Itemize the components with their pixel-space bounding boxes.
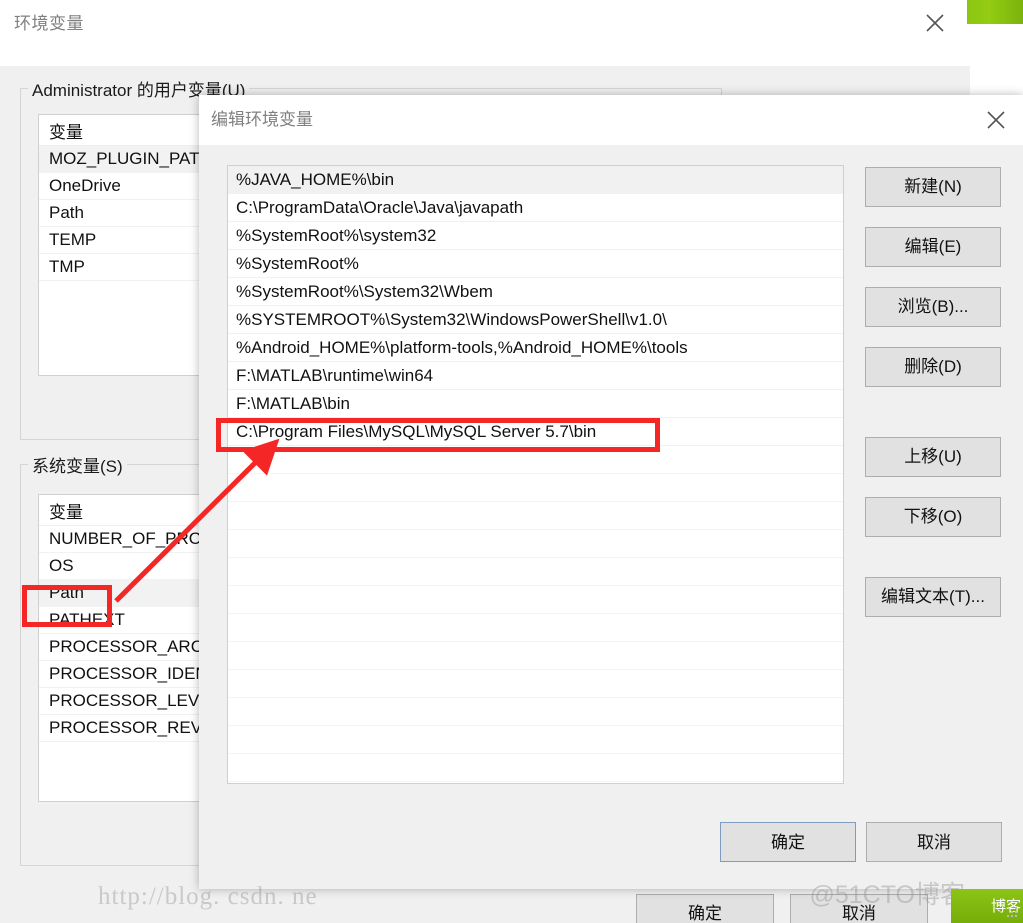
path-entry-row-empty[interactable] <box>228 502 843 530</box>
path-entry-row-empty[interactable] <box>228 614 843 642</box>
path-entry-row-empty[interactable] <box>228 446 843 474</box>
path-entry-row[interactable]: F:\MATLAB\runtime\win64 <box>228 362 843 390</box>
path-entry-row[interactable]: F:\MATLAB\bin <box>228 390 843 418</box>
path-entry-row-empty[interactable] <box>228 642 843 670</box>
path-entry-row-empty[interactable] <box>228 670 843 698</box>
watermark-url: http://blog. csdn. ne <box>98 883 318 910</box>
path-entry-row[interactable]: %Android_HOME%\platform-tools,%Android_H… <box>228 334 843 362</box>
back-window-title: 环境变量 <box>14 14 84 33</box>
screenshot-root: 环境变量 Administrator 的用户变量(U) 变量 MOZ_PLUGI… <box>0 0 1023 923</box>
green-decoration-top <box>967 0 1023 24</box>
path-entry-row-mysql[interactable]: C:\Program Files\MySQL\MySQL Server 5.7\… <box>228 418 843 446</box>
system-variables-legend: 系统变量(S) <box>28 452 127 477</box>
path-entry-row[interactable]: %SystemRoot%\system32 <box>228 222 843 250</box>
edit-button[interactable]: 编辑(E) <box>865 227 1001 267</box>
edit-text-button[interactable]: 编辑文本(T)... <box>865 577 1001 617</box>
path-entries-list[interactable]: %JAVA_HOME%\bin C:\ProgramData\Oracle\Ja… <box>227 165 844 784</box>
close-icon[interactable] <box>918 6 952 40</box>
back-window-titlebar: 环境变量 <box>0 0 970 66</box>
path-entry-row-empty[interactable] <box>228 586 843 614</box>
path-entry-row-empty[interactable] <box>228 558 843 586</box>
ok-button[interactable]: 确定 <box>720 822 856 862</box>
path-entry-row[interactable]: C:\ProgramData\Oracle\Java\javapath <box>228 194 843 222</box>
path-entry-row[interactable]: %SystemRoot%\System32\Wbem <box>228 278 843 306</box>
path-entry-row-empty[interactable] <box>228 726 843 754</box>
close-icon[interactable] <box>979 103 1013 137</box>
back-ok-button[interactable]: 确定 <box>636 894 774 923</box>
front-dialog-titlebar: 编辑环境变量 <box>199 95 1023 145</box>
cancel-button[interactable]: 取消 <box>866 822 1002 862</box>
move-down-button[interactable]: 下移(O) <box>865 497 1001 537</box>
watermark-site: @51CTO博客 <box>809 881 965 909</box>
move-up-button[interactable]: 上移(U) <box>865 437 1001 477</box>
path-entry-row-empty[interactable] <box>228 474 843 502</box>
path-entry-row[interactable]: %SYSTEMROOT%\System32\WindowsPowerShell\… <box>228 306 843 334</box>
edit-environment-variable-dialog: 编辑环境变量 %JAVA_HOME%\bin C:\ProgramData\Or… <box>199 95 1023 889</box>
path-entry-row-empty[interactable] <box>228 754 843 782</box>
browse-button[interactable]: 浏览(B)... <box>865 287 1001 327</box>
path-entry-row-empty[interactable] <box>228 698 843 726</box>
path-entry-row-empty[interactable] <box>228 530 843 558</box>
front-dialog-title: 编辑环境变量 <box>211 110 313 129</box>
resize-grip-icon <box>1007 907 1017 917</box>
path-entry-row[interactable]: %SystemRoot% <box>228 250 843 278</box>
new-button[interactable]: 新建(N) <box>865 167 1001 207</box>
path-entry-row[interactable]: %JAVA_HOME%\bin <box>228 166 843 194</box>
delete-button[interactable]: 删除(D) <box>865 347 1001 387</box>
